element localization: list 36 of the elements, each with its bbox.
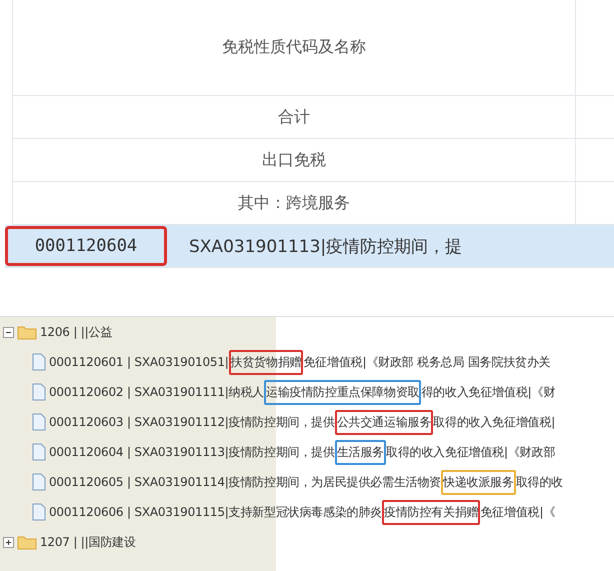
column-header: 免税性质代码及名称: [222, 37, 366, 58]
tree-item-text[interactable]: 0001120606 | SXA031901115|支持新型冠状病毒感染的肺炎: [49, 504, 382, 520]
folder-icon: [17, 324, 37, 340]
tree-node[interactable]: 1206 | ||公益: [40, 324, 112, 340]
tree-item-text[interactable]: 得的收入免征增值税|《财: [421, 384, 556, 400]
highlighted-text: 运输疫情防控重点保障物资取: [264, 380, 422, 404]
highlighted-text: 快递收派服务: [441, 470, 516, 494]
tree-item-text[interactable]: 取得的收: [516, 474, 564, 490]
document-icon: [32, 353, 46, 371]
highlighted-text: 公共交通运输服务: [334, 410, 434, 434]
code-cell: 0001120604: [5, 226, 167, 266]
tree-item-text[interactable]: 免征增值税|《财政部 税务总局 国务院扶贫办关: [303, 354, 551, 370]
tree-item-text[interactable]: 取得的收入免征增值税|: [433, 414, 556, 430]
document-icon: [32, 413, 46, 431]
table-cell: 合计: [278, 106, 310, 128]
table-cell: 其中：跨境服务: [238, 192, 350, 214]
document-icon: [32, 503, 46, 521]
tree-item-text[interactable]: 0001120601 | SXA031901051|: [49, 355, 229, 369]
tree-item-text[interactable]: 0001120602 | SXA031901111|纳税人: [49, 384, 264, 400]
tree-item-text[interactable]: 0001120603 | SXA031901112|疫情防控期间，提供: [49, 414, 335, 430]
document-icon: [32, 383, 46, 401]
collapse-icon[interactable]: [3, 326, 14, 338]
table-cell-text: SXA031901113|疫情防控期间，提: [189, 236, 462, 258]
expand-icon[interactable]: [3, 536, 14, 548]
selected-row[interactable]: 0001120604 SXA031901113|疫情防控期间，提: [5, 225, 576, 268]
tree-item-text[interactable]: 0001120605 | SXA031901114|疫情防控期间，为居民提供必需生活物资: [49, 474, 442, 490]
document-icon: [32, 443, 46, 461]
table-cell: 出口免税: [262, 150, 326, 170]
folder-icon: [17, 534, 37, 550]
document-icon: [32, 473, 46, 491]
tree-item-text[interactable]: 免征增值税|《: [480, 504, 556, 520]
tree-item-text[interactable]: 取得的收入免征增值税|《财政部: [386, 444, 556, 460]
highlighted-text: 生活服务: [334, 440, 386, 464]
highlighted-text: 疫情防控有关捐赠: [382, 500, 480, 524]
tree-item-text[interactable]: 0001120604 | SXA031901113|疫情防控期间，提供: [49, 444, 335, 460]
tree-node[interactable]: 1207 | ||国防建设: [40, 534, 136, 550]
